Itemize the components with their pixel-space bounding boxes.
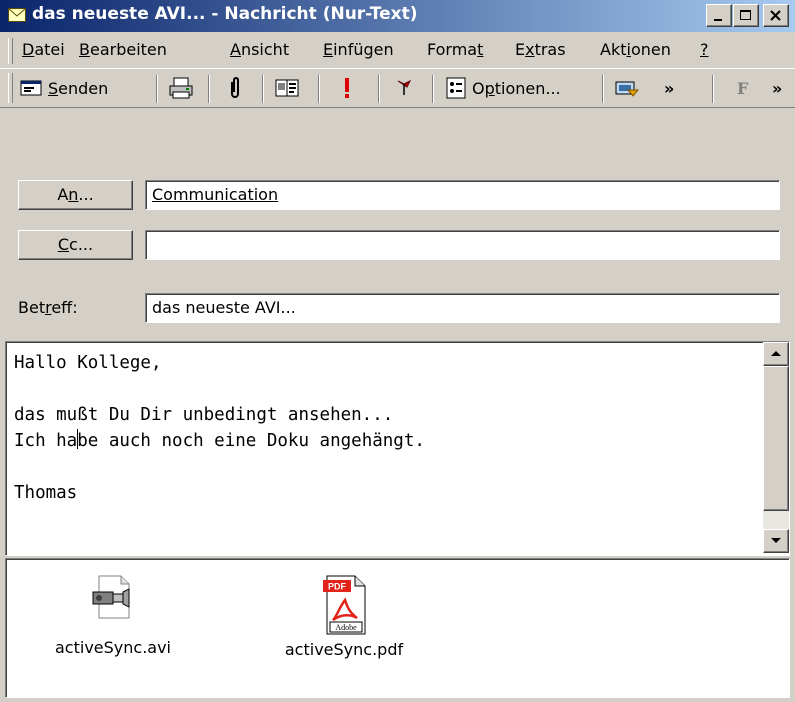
- attachment-item[interactable]: PDF Adobe activeSync.pdf: [274, 574, 414, 659]
- scroll-thumb[interactable]: [763, 366, 789, 511]
- address-book-button[interactable]: [274, 73, 300, 103]
- maximize-icon: [740, 10, 751, 20]
- svg-text:Adobe: Adobe: [335, 623, 357, 632]
- menu-extras[interactable]: Extras: [515, 40, 566, 59]
- options-icon: [446, 77, 466, 99]
- menu-bar: Datei Bearbeiten Ansicht Einfügen Format…: [0, 36, 795, 66]
- print-button[interactable]: [168, 73, 194, 103]
- menu-bearbeiten[interactable]: Bearbeiten: [79, 40, 167, 59]
- attachment-name: activeSync.avi: [55, 638, 171, 657]
- attachment-name: activeSync.pdf: [284, 640, 404, 659]
- attach-button[interactable]: [228, 73, 242, 103]
- arrow-down-icon: [771, 538, 781, 543]
- scroll-down-button[interactable]: [763, 529, 789, 553]
- subject-label: Betreff:: [18, 298, 78, 317]
- cc-button[interactable]: Cc...: [18, 230, 133, 260]
- pdf-file-icon: PDF Adobe: [323, 575, 366, 635]
- vertical-scrollbar[interactable]: [763, 342, 789, 553]
- paperclip-icon: [231, 77, 239, 98]
- to-field[interactable]: Communication: [145, 180, 780, 210]
- minimize-icon: [714, 19, 722, 21]
- title-bar[interactable]: das neueste AVI... - Nachricht (Nur-Text…: [0, 0, 795, 32]
- window-title: das neueste AVI... - Nachricht (Nur-Text…: [32, 4, 418, 24]
- toolbar-separator: [318, 75, 320, 103]
- format-button[interactable]: F: [737, 73, 748, 103]
- send-receive-button[interactable]: [614, 73, 640, 103]
- attachment-item[interactable]: activeSync.avi: [48, 574, 178, 657]
- recipient-link[interactable]: Communication: [152, 185, 278, 204]
- printer-icon: [169, 77, 193, 99]
- toolbar-separator: [378, 75, 380, 103]
- minimize-button[interactable]: [706, 4, 732, 27]
- follow-up-flag-button[interactable]: [396, 73, 412, 103]
- mail-envelope-icon: [8, 7, 26, 22]
- send-button[interactable]: Senden: [20, 73, 108, 103]
- close-button[interactable]: [763, 4, 789, 27]
- toolbar-separator: [602, 75, 604, 103]
- toolbar-separator: [712, 75, 714, 103]
- toolbar-separator: [262, 75, 264, 103]
- subject-field[interactable]: das neueste AVI...: [145, 293, 780, 323]
- options-button[interactable]: Optionen...: [446, 73, 561, 103]
- menu-format[interactable]: Format: [427, 40, 483, 59]
- toolbar-overflow-chevron[interactable]: »: [664, 73, 674, 103]
- menu-grip[interactable]: [8, 38, 13, 64]
- message-text[interactable]: Hallo Kollege, das mußt Du Dir unbedingt…: [14, 350, 425, 506]
- address-book-icon: [275, 79, 299, 97]
- video-file-icon: [92, 575, 130, 619]
- flag-icon: [397, 79, 412, 95]
- send-icon: [20, 80, 42, 96]
- menu-help[interactable]: ?: [700, 40, 709, 59]
- message-window: das neueste AVI... - Nachricht (Nur-Text…: [0, 0, 795, 702]
- menu-ansicht[interactable]: Ansicht: [230, 40, 289, 59]
- to-button[interactable]: An...: [18, 180, 133, 210]
- format-toolbar-overflow-chevron[interactable]: »: [772, 73, 782, 103]
- arrow-up-icon: [771, 351, 781, 356]
- high-importance-button[interactable]: [342, 73, 352, 103]
- standard-toolbar: Senden Optionen... » F »: [0, 68, 795, 108]
- attachments-pane: activeSync.avi PDF Adobe activeSync.pdf: [5, 558, 790, 698]
- svg-text:PDF: PDF: [328, 582, 347, 592]
- exclamation-icon: [345, 78, 349, 98]
- menu-einfuegen[interactable]: Einfügen: [323, 40, 394, 59]
- toolbar-separator: [432, 75, 434, 103]
- scroll-up-button[interactable]: [763, 342, 789, 366]
- toolbar-grip[interactable]: [8, 73, 13, 103]
- message-body[interactable]: Hallo Kollege, das mußt Du Dir unbedingt…: [5, 341, 790, 556]
- toolbar-separator: [156, 75, 158, 103]
- menu-aktionen[interactable]: Aktionen: [600, 40, 671, 59]
- maximize-button[interactable]: [733, 4, 759, 27]
- close-icon: [770, 10, 781, 21]
- send-receive-icon: [615, 81, 640, 97]
- toolbar-separator: [208, 75, 210, 103]
- cc-field[interactable]: [145, 230, 780, 260]
- menu-datei[interactable]: Datei: [22, 40, 65, 59]
